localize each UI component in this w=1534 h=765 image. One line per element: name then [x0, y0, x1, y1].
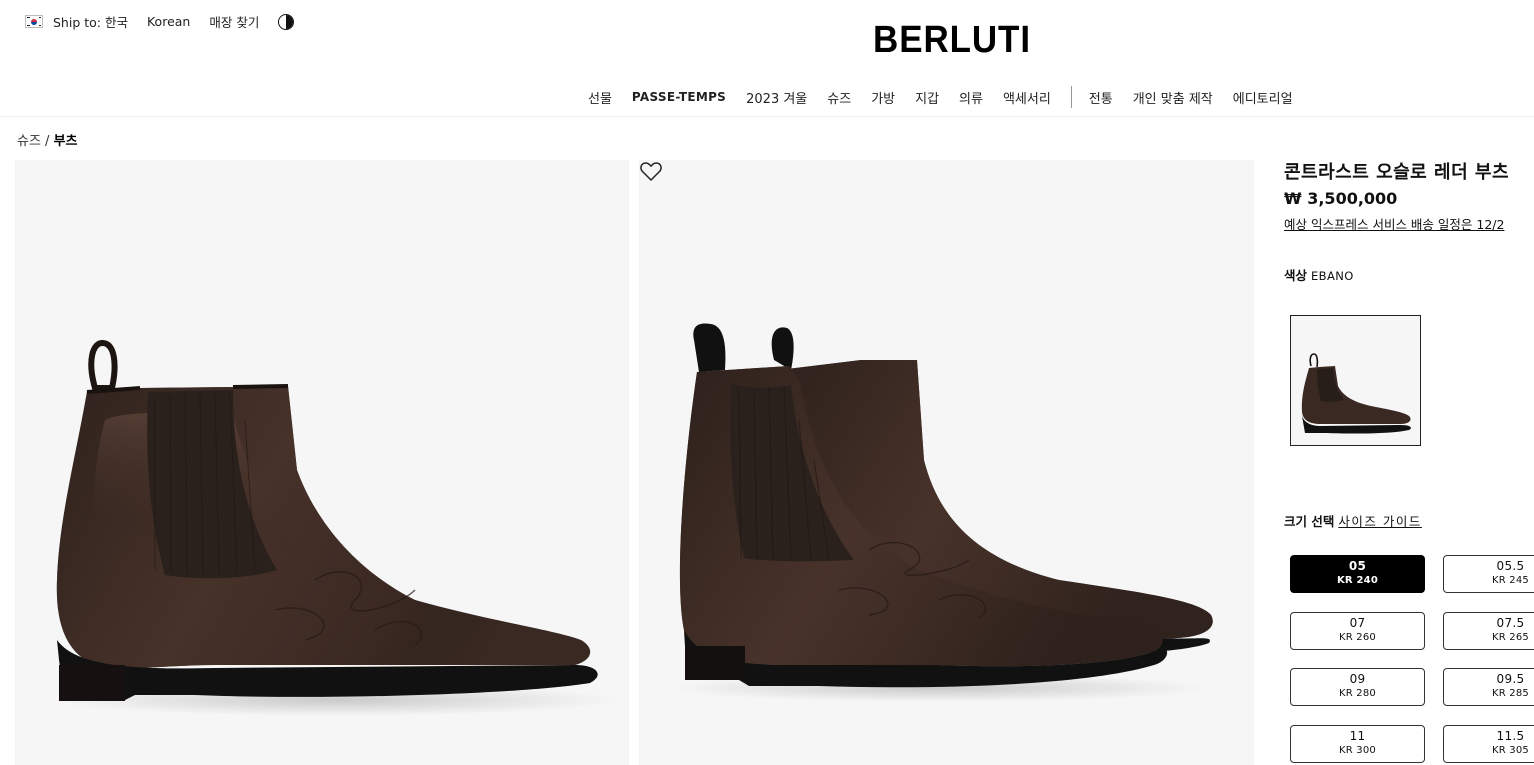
size-kr: KR 300	[1339, 745, 1376, 756]
product-price: ₩ 3,500,000	[1284, 189, 1398, 208]
nav-item-bespoke[interactable]: 개인 맞춤 제작	[1133, 88, 1213, 107]
size-eu: 05	[1348, 559, 1367, 573]
boot-side-illustration	[50, 340, 620, 716]
nav-divider	[1070, 86, 1072, 108]
size-button-09[interactable]: 09 KR 280	[1290, 668, 1425, 706]
breadcrumb: 슈즈 / 부츠	[17, 130, 78, 149]
wishlist-heart-icon[interactable]	[639, 160, 663, 182]
size-eu: 09.5	[1496, 672, 1525, 686]
size-button-11-5[interactable]: 11.5 KR 305	[1443, 725, 1534, 763]
nav-item-winter-2023[interactable]: 2023 겨울	[746, 88, 807, 107]
size-button-09-5[interactable]: 09.5 KR 285	[1443, 668, 1534, 706]
size-kr: KR 260	[1339, 632, 1376, 643]
product-image-pair[interactable]	[639, 160, 1254, 765]
size-kr: KR 305	[1492, 745, 1529, 756]
breadcrumb-current: 부츠	[53, 134, 78, 149]
size-eu: 09	[1349, 672, 1366, 686]
size-eu: 05.5	[1496, 559, 1525, 573]
size-eu: 11	[1349, 729, 1366, 743]
color-label: 색상	[1284, 268, 1308, 283]
nav-item-shoes[interactable]: 슈즈	[827, 88, 851, 107]
language-selector[interactable]: Korean	[147, 14, 190, 29]
size-label: 크기 선택	[1284, 514, 1335, 529]
size-eu: 07	[1349, 616, 1366, 630]
size-kr: KR 285	[1492, 688, 1529, 699]
nav-item-wallets[interactable]: 지갑	[915, 88, 939, 107]
size-button-07[interactable]: 07 KR 260	[1290, 612, 1425, 650]
nav-item-heritage[interactable]: 전통	[1089, 88, 1113, 107]
size-kr: KR 265	[1492, 632, 1529, 643]
size-guide-link[interactable]: 사이즈 가이드	[1338, 514, 1421, 529]
size-eu: 11.5	[1496, 729, 1525, 743]
korea-flag-icon	[25, 15, 43, 28]
product-image-side[interactable]	[15, 160, 629, 765]
nav-item-gifts[interactable]: 선물	[588, 88, 612, 107]
nav-item-editorial[interactable]: 에디토리얼	[1233, 88, 1293, 107]
color-swatch-ebano[interactable]	[1290, 315, 1421, 446]
breadcrumb-separator: /	[40, 134, 54, 149]
size-button-11[interactable]: 11 KR 300	[1290, 725, 1425, 763]
swatch-boot-thumbnail	[1301, 353, 1411, 434]
size-kr: KR 240	[1336, 575, 1378, 586]
utility-bar: Ship to: 한국 Korean 매장 찾기	[25, 12, 295, 31]
size-selector-header: 크기 선택 사이즈 가이드	[1284, 511, 1422, 530]
nav-item-passe-temps[interactable]: PASSE-TEMPS	[632, 90, 726, 104]
store-locator-link[interactable]: 매장 찾기	[209, 12, 259, 31]
nav-item-bags[interactable]: 가방	[871, 88, 895, 107]
brand-logo[interactable]: BERLUTI	[860, 19, 1044, 62]
contrast-toggle-icon[interactable]	[278, 13, 295, 30]
main-navigation: 선물 PASSE-TEMPS 2023 겨울 슈즈 가방 지갑 의류 액세서리 …	[588, 86, 1313, 108]
boot-pair-illustration	[669, 323, 1213, 702]
breadcrumb-shoes[interactable]: 슈즈	[17, 134, 41, 149]
nav-item-clothing[interactable]: 의류	[959, 88, 983, 107]
nav-item-accessories[interactable]: 액세서리	[1003, 88, 1051, 107]
size-kr: KR 280	[1339, 688, 1376, 699]
size-kr: KR 245	[1492, 575, 1529, 586]
size-button-05-5[interactable]: 05.5 KR 245	[1443, 555, 1534, 593]
color-value: EBANO	[1311, 269, 1354, 283]
ship-to-selector[interactable]: Ship to: 한국	[53, 12, 128, 31]
header-divider	[0, 116, 1534, 117]
size-button-05[interactable]: 05 KR 240	[1290, 555, 1425, 593]
shipping-estimate-link[interactable]: 예상 익스프레스 서비스 배송 일정은 12/2	[1284, 214, 1504, 233]
color-row: 색상 EBANO	[1284, 265, 1354, 284]
size-button-07-5[interactable]: 07.5 KR 265	[1443, 612, 1534, 650]
size-eu: 07.5	[1496, 616, 1525, 630]
product-title: 콘트라스트 오슬로 레더 부츠	[1284, 162, 1510, 183]
